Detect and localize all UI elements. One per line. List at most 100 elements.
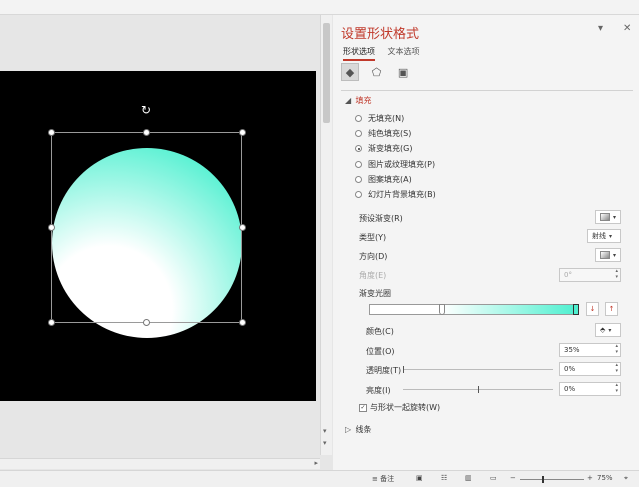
chevron-down-icon: ▾ xyxy=(609,233,613,240)
scroll-right-icon[interactable]: ▸ xyxy=(314,459,318,467)
transparency-value: 0% xyxy=(564,365,576,373)
rotate-handle-icon[interactable]: ↻ xyxy=(141,103,151,117)
scrollbar-thumb[interactable] xyxy=(323,23,330,123)
brightness-spinner[interactable]: 0% ▴ ▾ xyxy=(559,382,621,396)
format-shape-panel: 设置形状格式 ▾ ✕ 形状选项 文本选项 ◆ ⬠ ▣ ◢ 填充 无填充(N) 纯… xyxy=(333,15,639,470)
brightness-label: 亮度(I) xyxy=(366,386,391,395)
rotate-with-shape-label: 与形状一起旋转(W) xyxy=(370,403,441,412)
resize-handle-e[interactable] xyxy=(239,224,246,231)
add-gradient-stop-button[interactable]: ↓ xyxy=(586,302,599,316)
preset-gradient-dropdown[interactable]: ▾ xyxy=(595,210,621,224)
resize-handle-sw[interactable] xyxy=(48,319,55,326)
tab-shape-options[interactable]: 形状选项 xyxy=(343,46,375,61)
transparency-slider[interactable] xyxy=(403,366,553,373)
position-spinner[interactable]: 35% ▴ ▾ xyxy=(559,343,621,357)
direction-dropdown[interactable]: ▾ xyxy=(595,248,621,262)
radio-label: 无填充(N) xyxy=(368,114,405,123)
radio-label: 幻灯片背景填充(B) xyxy=(368,190,436,199)
close-icon[interactable]: ✕ xyxy=(623,23,631,34)
direction-swatch-icon xyxy=(600,251,610,259)
type-dropdown[interactable]: 射线 ▾ xyxy=(587,229,621,243)
zoom-in-icon[interactable]: + xyxy=(587,474,593,482)
radio-icon xyxy=(355,191,362,198)
spinner-arrows-icon[interactable]: ▴ ▾ xyxy=(615,382,618,394)
resize-handle-se[interactable] xyxy=(239,319,246,326)
radio-label: 纯色填充(S) xyxy=(368,129,412,138)
chevron-down-icon: ▾ xyxy=(613,252,617,259)
fill-section-header[interactable]: ◢ 填充 xyxy=(345,95,372,106)
zoom-slider[interactable] xyxy=(520,476,584,483)
transparency-spinner[interactable]: 0% ▴ ▾ xyxy=(559,362,621,376)
angle-spinner: 0° ▴ ▾ xyxy=(559,268,621,282)
brightness-slider[interactable] xyxy=(403,386,553,393)
slide-sorter-icon[interactable]: ☷ xyxy=(441,474,447,482)
reading-view-icon[interactable]: ▥ xyxy=(465,474,472,482)
effects-icon[interactable]: ⬠ xyxy=(368,64,386,82)
position-label: 位置(O) xyxy=(366,347,395,356)
status-bar: ≡ 备注 ▣ ☷ ▥ ▭ − + 75% ⌖ xyxy=(0,470,639,487)
paint-bucket-icon: ⬘ xyxy=(600,326,606,334)
radio-label: 渐变填充(G) xyxy=(368,144,413,153)
slider-knob[interactable] xyxy=(478,386,479,393)
radio-solid-fill[interactable]: 纯色填充(S) xyxy=(355,128,411,139)
radio-no-fill[interactable]: 无填充(N) xyxy=(355,113,404,124)
radio-gradient-fill[interactable]: 渐变填充(G) xyxy=(355,143,412,154)
gradient-stop-2[interactable] xyxy=(573,304,579,315)
gradient-stops-label: 渐变光圈 xyxy=(359,289,391,298)
radio-pattern-fill[interactable]: 图案填充(A) xyxy=(355,174,412,185)
radio-picture-fill[interactable]: 图片或纹理填充(P) xyxy=(355,159,435,170)
normal-view-icon[interactable]: ▣ xyxy=(416,474,423,482)
slider-knob[interactable] xyxy=(403,366,404,373)
radio-slide-background-fill[interactable]: 幻灯片背景填充(B) xyxy=(355,189,436,200)
spinner-arrows-icon[interactable]: ▴ ▾ xyxy=(615,362,618,374)
slide-canvas-area[interactable]: ↻ xyxy=(0,15,320,455)
horizontal-scrollbar[interactable]: ▸ xyxy=(0,458,320,469)
panel-options-icon[interactable]: ▾ xyxy=(598,23,603,34)
gradient-stops-bar[interactable] xyxy=(369,304,577,315)
gradient-stop-1[interactable] xyxy=(439,304,445,315)
brightness-value: 0% xyxy=(564,385,576,393)
radio-icon xyxy=(355,176,362,183)
chevron-down-icon: ▾ xyxy=(613,214,617,221)
resize-handle-nw[interactable] xyxy=(48,129,55,136)
resize-handle-w[interactable] xyxy=(48,224,55,231)
divider xyxy=(341,90,633,91)
expanded-triangle-icon: ◢ xyxy=(345,96,352,105)
notes-button[interactable]: ≡ 备注 xyxy=(372,474,394,484)
zoom-knob[interactable] xyxy=(542,476,544,483)
collapsed-triangle-icon: ▷ xyxy=(345,425,352,434)
spinner-arrows-icon: ▴ ▾ xyxy=(615,268,618,280)
zoom-out-icon[interactable]: − xyxy=(510,474,516,482)
color-dropdown[interactable]: ⬘ ▾ xyxy=(595,323,621,337)
zoom-level[interactable]: 75% xyxy=(597,474,613,482)
line-section-header[interactable]: ▷ 线条 xyxy=(345,424,372,435)
transparency-label: 透明度(T) xyxy=(366,366,402,375)
radio-selected-icon xyxy=(355,145,362,152)
fill-line-icon[interactable]: ◆ xyxy=(341,63,359,81)
category-icon-row: ◆ ⬠ ▣ xyxy=(341,63,418,82)
gradient-swatch-icon xyxy=(600,213,610,221)
angle-label: 角度(E) xyxy=(359,271,387,280)
double-down-icon[interactable]: ▾ xyxy=(323,439,327,447)
radio-icon xyxy=(355,115,362,122)
type-label: 类型(Y) xyxy=(359,233,387,242)
spinner-arrows-icon[interactable]: ▴ ▾ xyxy=(615,343,618,355)
vertical-scrollbar[interactable]: ▾ ▾ xyxy=(320,15,332,455)
fit-to-window-icon[interactable]: ⌖ xyxy=(624,474,628,483)
selection-box xyxy=(51,132,242,323)
slideshow-icon[interactable]: ▭ xyxy=(490,474,497,482)
resize-handle-s[interactable] xyxy=(143,319,150,326)
resize-handle-n[interactable] xyxy=(143,129,150,136)
radio-label: 图案填充(A) xyxy=(368,175,412,184)
notes-label: 备注 xyxy=(380,475,395,483)
line-section-label: 线条 xyxy=(355,425,372,434)
tab-text-options[interactable]: 文本选项 xyxy=(388,46,420,59)
radio-icon xyxy=(355,161,362,168)
window-topbar xyxy=(0,0,639,15)
rotate-with-shape-checkbox[interactable]: ✓ 与形状一起旋转(W) xyxy=(359,402,440,413)
size-properties-icon[interactable]: ▣ xyxy=(394,64,412,82)
scroll-down-icon[interactable]: ▾ xyxy=(323,427,327,435)
resize-handle-ne[interactable] xyxy=(239,129,246,136)
angle-value: 0° xyxy=(564,271,572,279)
remove-gradient-stop-button[interactable]: ↑ xyxy=(605,302,618,316)
